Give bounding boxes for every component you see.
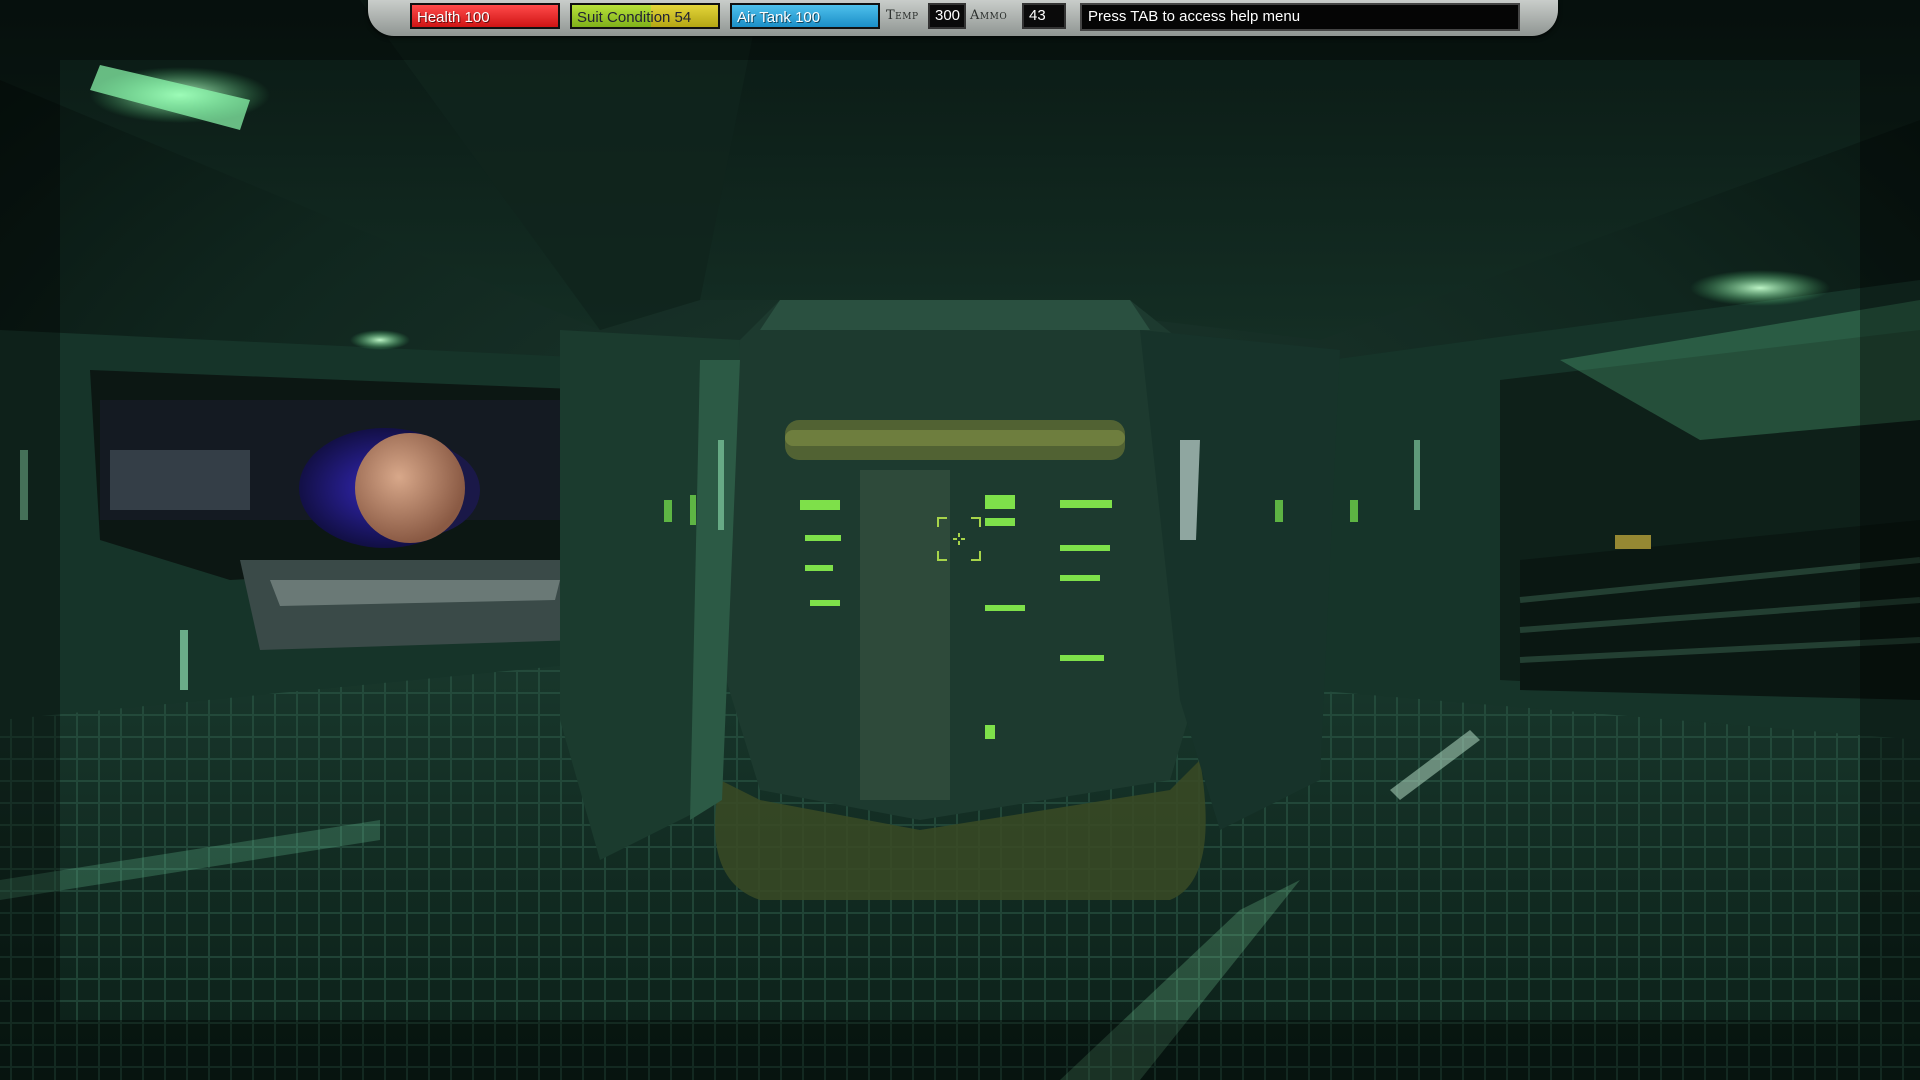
temp-label: Temp bbox=[886, 8, 919, 23]
air-tank-bar: Air Tank 100 bbox=[730, 3, 880, 29]
temp-value: 300 bbox=[928, 3, 966, 29]
health-label: Health 100 bbox=[417, 9, 490, 26]
help-message: Press TAB to access help menu bbox=[1080, 3, 1520, 31]
ammo-label: Ammo bbox=[970, 8, 1008, 23]
suit-condition-label: Suit Condition 54 bbox=[577, 9, 692, 26]
hud-bar: Health 100 Suit Condition 54 Air Tank 10… bbox=[368, 0, 1558, 36]
air-tank-label: Air Tank 100 bbox=[737, 9, 821, 26]
ammo-value: 43 bbox=[1022, 3, 1066, 29]
crosshair-icon bbox=[937, 517, 981, 561]
game-viewport[interactable]: Health 100 Suit Condition 54 Air Tank 10… bbox=[0, 0, 1920, 1080]
planet bbox=[355, 433, 465, 543]
suit-condition-bar: Suit Condition 54 bbox=[570, 3, 720, 29]
health-bar: Health 100 bbox=[410, 3, 560, 29]
